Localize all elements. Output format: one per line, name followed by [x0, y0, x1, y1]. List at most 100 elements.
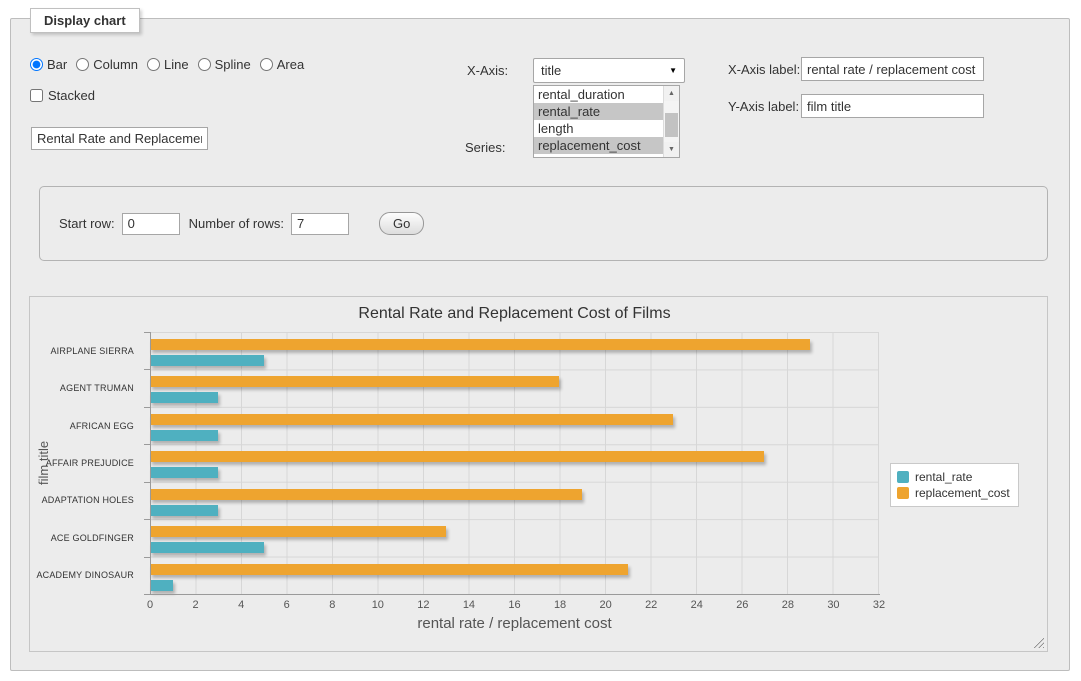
resize-grip-icon[interactable]: [1033, 637, 1044, 648]
value-tick-label: 2: [193, 599, 199, 611]
bar-replacement_cost[interactable]: [150, 414, 673, 425]
legend-item-rental_rate[interactable]: rental_rate: [897, 469, 1010, 485]
series-options: rental_durationrental_ratelengthreplacem…: [534, 86, 663, 157]
chart-type-option-area[interactable]: Area: [260, 57, 304, 72]
x-axis-title: rental rate / replacement cost: [150, 615, 879, 632]
category-row: [150, 332, 878, 369]
chart-type-radio-group: Bar Column Line Spline Area: [30, 57, 313, 72]
series-option-rental_rate[interactable]: rental_rate: [534, 103, 663, 120]
category-axis-labels: AIRPLANE SIERRAAGENT TRUMANAFRICAN EGGAF…: [30, 332, 142, 594]
scroll-up-icon[interactable]: ▲: [664, 86, 679, 101]
category-label: ACE GOLDFINGER: [30, 519, 142, 556]
legend-item-replacement_cost[interactable]: replacement_cost: [897, 485, 1010, 501]
start-row-input[interactable]: [122, 213, 180, 235]
chart-type-label: Bar: [47, 57, 67, 72]
panel-legend: Display chart: [30, 8, 140, 33]
category-label: AFFAIR PREJUDICE: [30, 444, 142, 481]
bar-replacement_cost[interactable]: [150, 526, 446, 537]
legend-label: replacement_cost: [915, 486, 1010, 500]
category-label: AIRPLANE SIERRA: [30, 332, 142, 369]
chart-container: Rental Rate and Replacement Cost of Film…: [29, 296, 1048, 652]
row-range-box: Start row: Number of rows: Go: [39, 186, 1048, 261]
y-axis-label-input[interactable]: [801, 94, 984, 118]
bar-replacement_cost[interactable]: [150, 339, 810, 350]
bar-rental_rate[interactable]: [150, 467, 218, 478]
go-button[interactable]: Go: [379, 212, 424, 235]
value-tick-label: 30: [827, 599, 839, 611]
category-label: AFRICAN EGG: [30, 407, 142, 444]
scroll-down-icon[interactable]: ▼: [664, 142, 679, 157]
chart-legend: rental_rate replacement_cost: [890, 463, 1019, 507]
chart-type-radio-area[interactable]: [260, 58, 273, 71]
series-scrollbar[interactable]: ▲ ▼: [663, 86, 679, 157]
chart-type-label: Line: [164, 57, 189, 72]
series-multiselect[interactable]: rental_durationrental_ratelengthreplacem…: [533, 85, 680, 158]
legend-swatch: [897, 471, 909, 483]
series-option-rental_duration[interactable]: rental_duration: [534, 86, 663, 103]
chart-title-input[interactable]: [31, 127, 208, 150]
x-axis-select-label: X-Axis:: [467, 63, 508, 78]
chart-type-option-column[interactable]: Column: [76, 57, 138, 72]
bar-rental_rate[interactable]: [150, 580, 173, 591]
chart-type-label: Area: [277, 57, 304, 72]
category-label: ADAPTATION HOLES: [30, 482, 142, 519]
value-axis-line: [150, 594, 880, 595]
category-label: ACADEMY DINOSAUR: [30, 557, 142, 594]
value-tick-label: 6: [284, 599, 290, 611]
value-tick-label: 4: [238, 599, 244, 611]
bar-rental_rate[interactable]: [150, 355, 264, 366]
value-axis-ticks: 02468101214161820222426283032: [150, 599, 879, 613]
value-tick-label: 8: [329, 599, 335, 611]
x-axis-select[interactable]: title ▼: [533, 58, 685, 83]
bar-rental_rate[interactable]: [150, 392, 218, 403]
bar-replacement_cost[interactable]: [150, 376, 559, 387]
num-rows-label: Number of rows:: [189, 216, 284, 231]
chevron-down-icon: ▼: [669, 66, 677, 75]
start-row-label: Start row:: [59, 216, 115, 231]
x-axis-label-input[interactable]: [801, 57, 984, 81]
chart-type-radio-line[interactable]: [147, 58, 160, 71]
scrollbar-track[interactable]: [664, 101, 679, 142]
chart-type-radio-spline[interactable]: [198, 58, 211, 71]
legend-label: rental_rate: [915, 470, 972, 484]
value-tick-label: 26: [736, 599, 748, 611]
chart-type-radio-bar[interactable]: [30, 58, 43, 71]
bar-replacement_cost[interactable]: [150, 564, 628, 575]
value-tick-label: 24: [691, 599, 703, 611]
bar-rental_rate[interactable]: [150, 430, 218, 441]
series-option-replacement_cost[interactable]: replacement_cost: [534, 137, 663, 154]
category-tick: [144, 444, 150, 445]
category-row: [150, 557, 878, 594]
plot-area: [150, 332, 879, 594]
value-tick-label: 32: [873, 599, 885, 611]
bar-rental_rate[interactable]: [150, 542, 264, 553]
series-option-length[interactable]: length: [534, 120, 663, 137]
scrollbar-thumb[interactable]: [665, 113, 678, 137]
display-chart-panel: Display chart BarColumnLineSplineArea St…: [10, 18, 1070, 671]
stacked-checkbox-row[interactable]: Stacked: [30, 88, 95, 103]
series-select-label: Series:: [465, 140, 505, 155]
category-tick: [144, 407, 150, 408]
value-tick-label: 0: [147, 599, 153, 611]
value-tick-label: 20: [600, 599, 612, 611]
num-rows-input[interactable]: [291, 213, 349, 235]
chart-type-option-bar[interactable]: Bar: [30, 57, 67, 72]
category-tick: [144, 519, 150, 520]
bar-rental_rate[interactable]: [150, 505, 218, 516]
category-tick: [144, 482, 150, 483]
bar-replacement_cost[interactable]: [150, 489, 582, 500]
category-tick: [144, 332, 150, 333]
chart-title: Rental Rate and Replacement Cost of Film…: [150, 305, 879, 323]
chart-type-option-line[interactable]: Line: [147, 57, 189, 72]
chart-type-radio-column[interactable]: [76, 58, 89, 71]
stacked-checkbox[interactable]: [30, 89, 43, 102]
category-row: [150, 444, 878, 481]
chart-type-option-spline[interactable]: Spline: [198, 57, 251, 72]
category-axis-line: [150, 332, 151, 595]
category-tick: [144, 369, 150, 370]
category-row: [150, 482, 878, 519]
bar-replacement_cost[interactable]: [150, 451, 764, 462]
stacked-label: Stacked: [48, 88, 95, 103]
value-tick-label: 10: [372, 599, 384, 611]
value-tick-label: 28: [782, 599, 794, 611]
